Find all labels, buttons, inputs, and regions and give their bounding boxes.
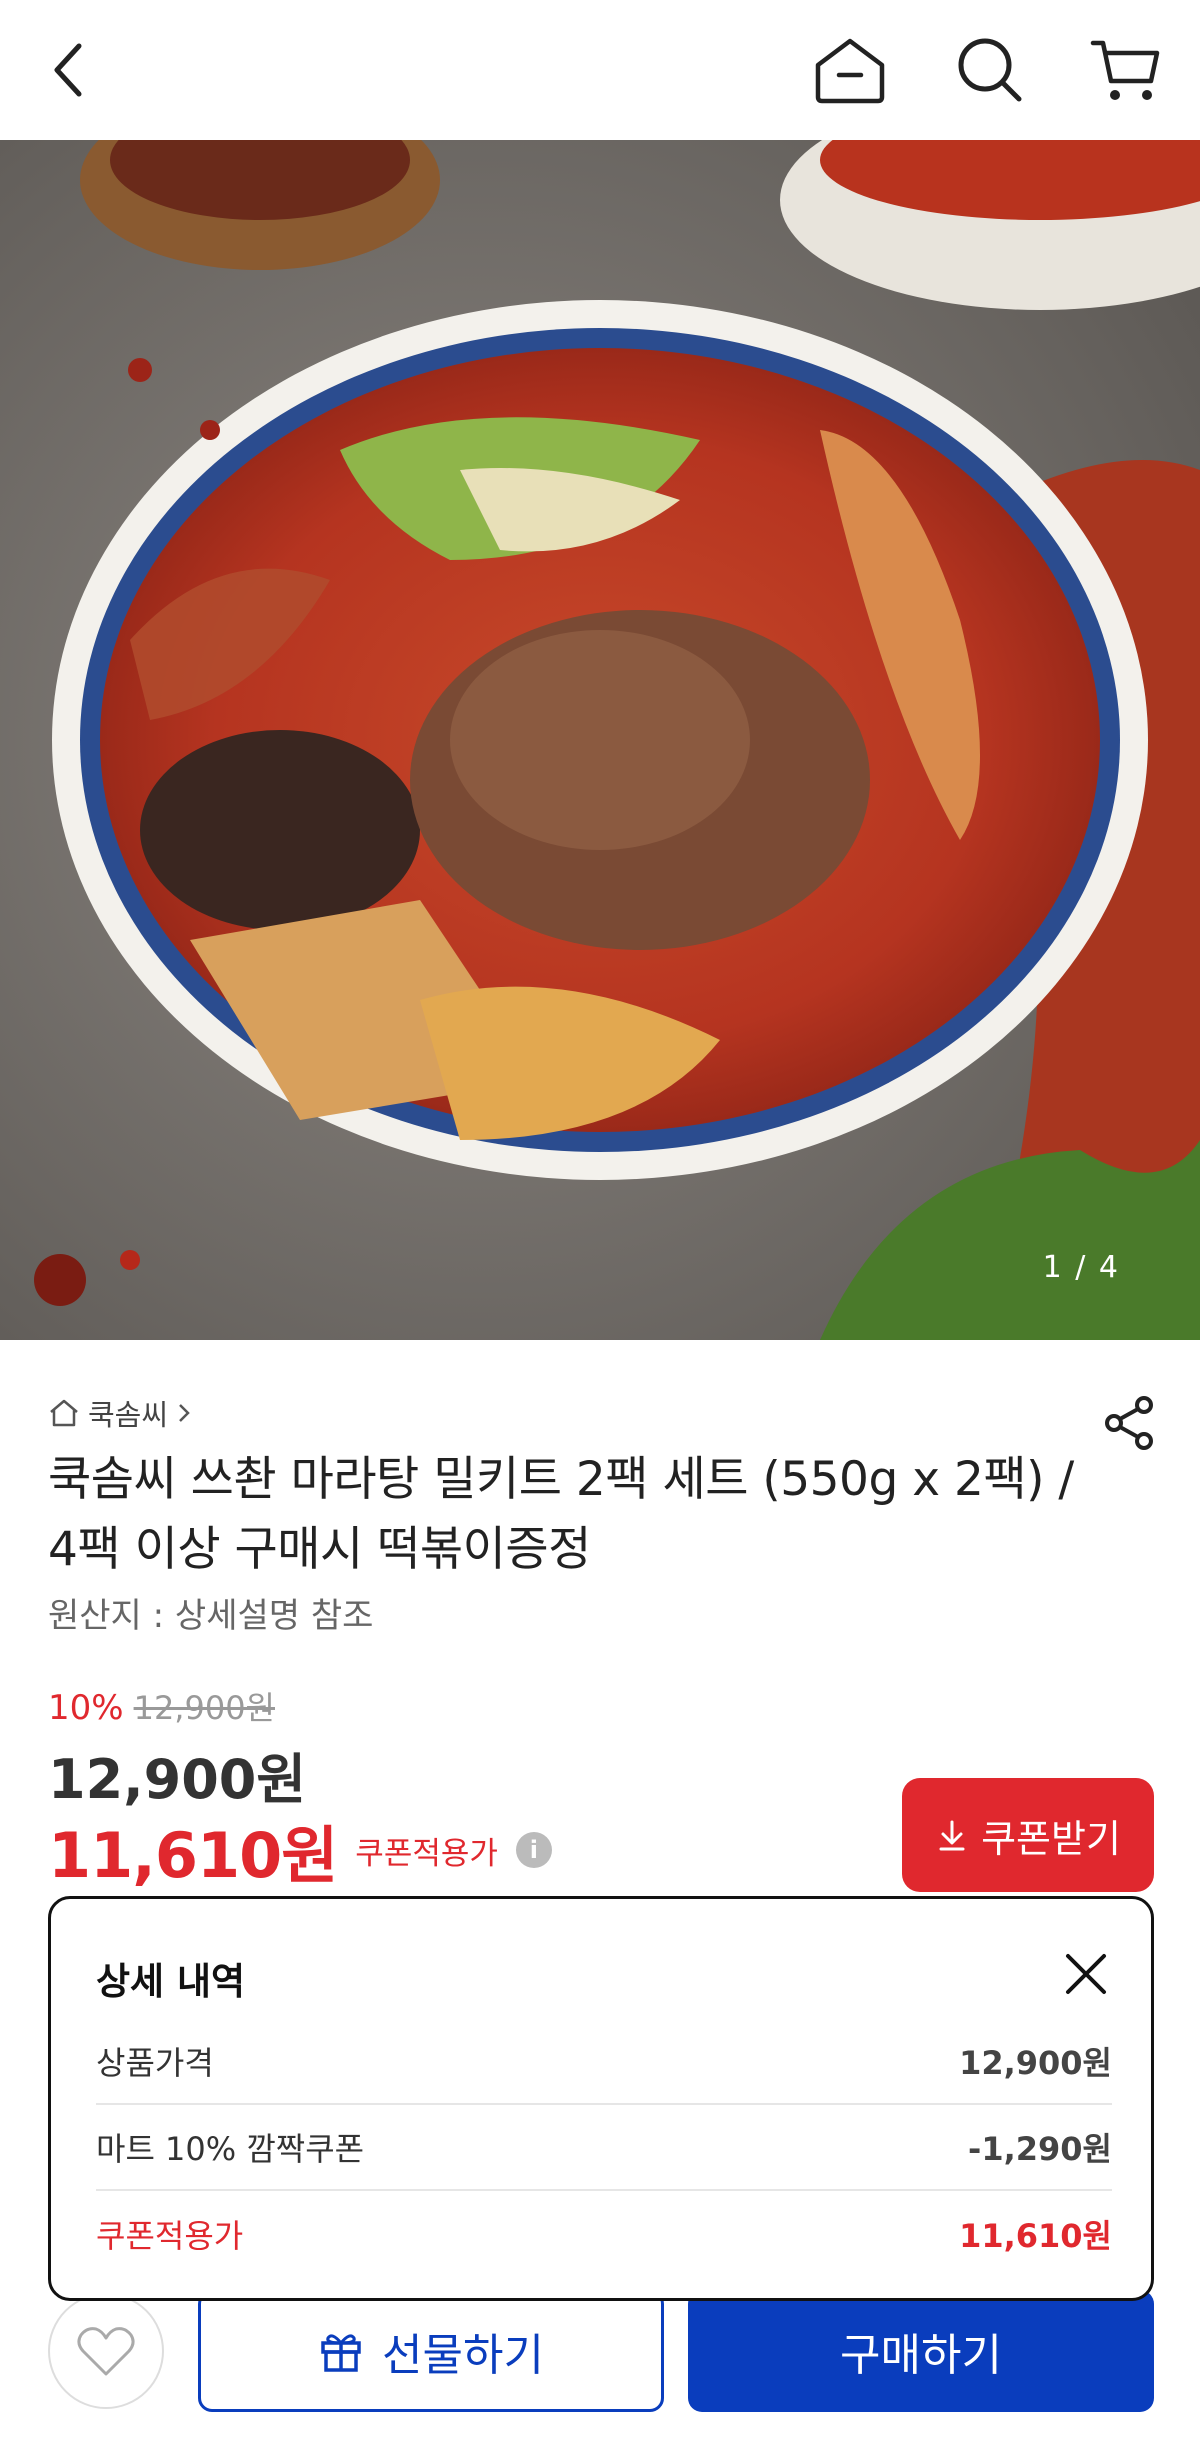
product-origin: 원산지 : 상세설명 참조 (48, 1596, 374, 1636)
get-coupon-button[interactable]: 쿠폰받기 (902, 1778, 1154, 1892)
brand-link[interactable]: 쿡솜씨 (48, 1392, 192, 1434)
discount-rate: 10% (48, 1688, 124, 1728)
original-price: 12,900원 (133, 1689, 275, 1727)
product-photo (0, 140, 1200, 1340)
coupon-price-label: 쿠폰적용가 (355, 1835, 498, 1872)
heart-icon (77, 2327, 135, 2376)
home-button[interactable] (810, 30, 890, 110)
info-icon[interactable]: i (515, 1832, 552, 1868)
search-button[interactable] (950, 30, 1030, 110)
row-value: -1,290원 (968, 2130, 1112, 2168)
chevron-right-icon (179, 1404, 190, 1422)
share-icon (1105, 1396, 1153, 1450)
discount-row: 10% 12,900원 (48, 1683, 275, 1729)
coupon-price: 11,610원 (48, 1819, 338, 1892)
popup-row-coupon-price: 쿠폰적용가 11,610원 (96, 2191, 1112, 2277)
close-icon (1066, 1954, 1106, 1994)
buy-button[interactable]: 구매하기 (688, 2290, 1154, 2412)
row-label: 쿠폰적용가 (96, 2217, 244, 2255)
get-coupon-label: 쿠폰받기 (981, 1816, 1121, 1861)
image-page-indicator: 1 / 4 (1042, 1250, 1120, 1285)
download-icon (939, 1820, 965, 1851)
product-title: 쿡솜씨 쓰촨 마라탕 밀키트 2팩 세트 (550g x 2팩) / 4팩 이상… (48, 1452, 1074, 1577)
popup-close-button[interactable] (1051, 1939, 1121, 2009)
wishlist-button[interactable] (48, 2293, 164, 2409)
top-nav-bar (0, 0, 1200, 140)
popup-row-product-price: 상품가격 12,900원 (96, 2019, 1112, 2105)
cart-button[interactable] (1085, 30, 1165, 110)
buy-label: 구매하기 (840, 2330, 1002, 2381)
home-icon (815, 38, 885, 104)
coupon-price-row: 11,610원 쿠폰적용가 i (48, 1805, 552, 1895)
sale-price: 12,900원 (48, 1748, 307, 1811)
popup-title: 상세 내역 (96, 1960, 246, 2003)
gift-button[interactable]: 선물하기 (198, 2290, 664, 2412)
back-button[interactable] (30, 30, 110, 110)
row-label: 마트 10% 깜짝쿠폰 (96, 2130, 365, 2168)
gift-icon (321, 2334, 361, 2372)
search-icon (958, 38, 1022, 102)
gift-label: 선물하기 (382, 2330, 544, 2381)
store-icon (50, 1399, 78, 1427)
product-image-carousel[interactable]: 1 / 4 (0, 140, 1200, 1340)
brand-name: 쿡솜씨 (88, 1398, 169, 1432)
row-value: 11,610원 (959, 2217, 1112, 2255)
chevron-left-icon (54, 43, 82, 97)
share-button[interactable] (1095, 1388, 1165, 1458)
cart-icon (1090, 40, 1160, 100)
row-value: 12,900원 (959, 2044, 1112, 2082)
price-detail-popup: 상세 내역 상품가격 12,900원 마트 10% 깜짝쿠폰 -1,290원 쿠… (48, 1896, 1154, 2301)
row-label: 상품가격 (96, 2044, 214, 2082)
popup-row-coupon-discount: 마트 10% 깜짝쿠폰 -1,290원 (96, 2105, 1112, 2191)
